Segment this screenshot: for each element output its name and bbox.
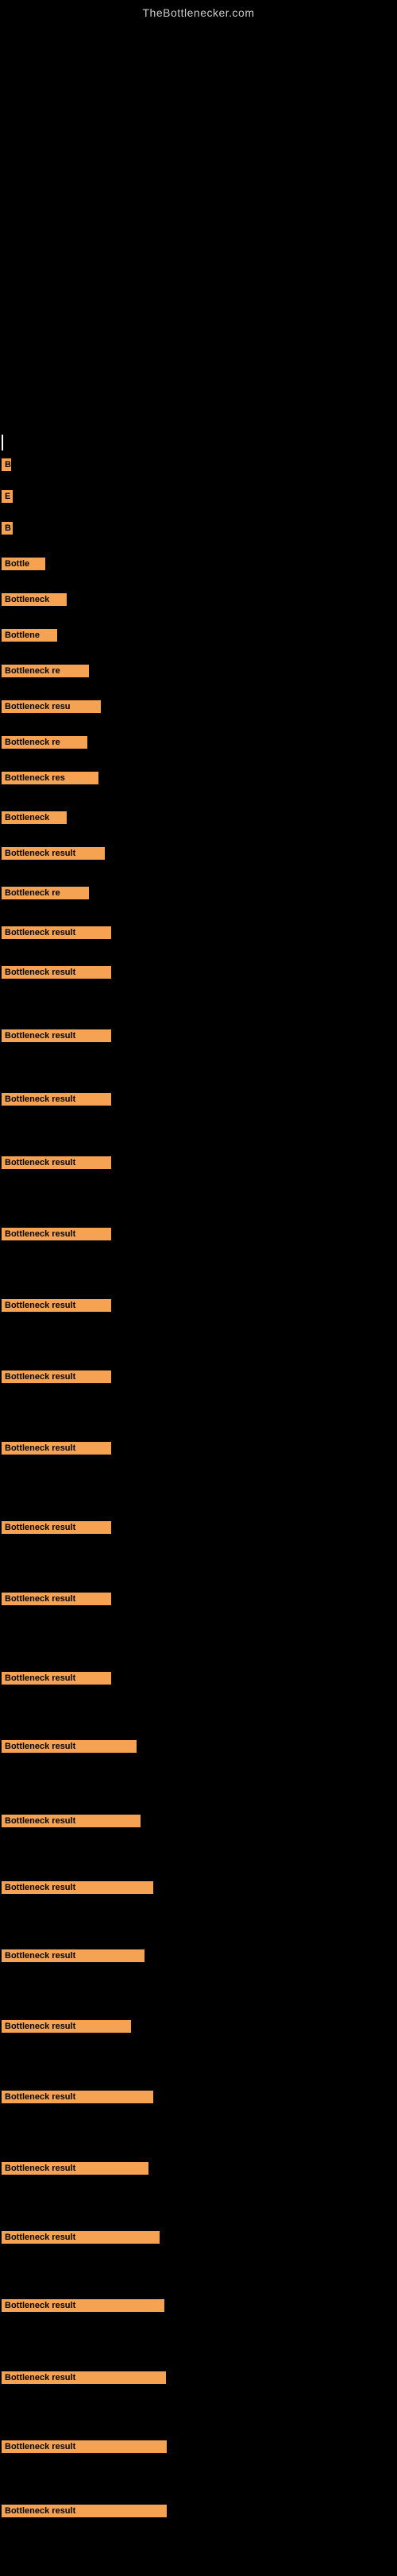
bottleneck-result-item[interactable]: Bottleneck result [2,966,111,979]
bottleneck-result-item[interactable]: Bottleneck [2,593,67,606]
results-area: B E B Bottle Bottleneck Bottlene Bottleneck re… [0,435,397,2576]
top-chart-area [0,22,397,435]
bottleneck-result-item[interactable]: Bottleneck re [2,665,89,677]
bottleneck-result-item[interactable]: Bottleneck result [2,1156,111,1169]
bottleneck-result-item[interactable]: Bottleneck re [2,736,87,749]
bottleneck-result-item[interactable]: E [2,490,13,503]
bottleneck-result-item[interactable]: Bottleneck result [2,1093,111,1106]
bottleneck-result-item[interactable]: B [2,522,13,535]
bottleneck-result-item[interactable]: Bottleneck result [2,2020,131,2033]
bottleneck-result-item[interactable]: Bottleneck result [2,2091,153,2103]
bottleneck-result-item[interactable]: Bottle [2,558,45,570]
bottleneck-result-item[interactable]: Bottleneck result [2,2299,164,2312]
bottleneck-result-item[interactable]: Bottleneck result [2,926,111,939]
bottleneck-result-item[interactable]: Bottleneck result [2,1672,111,1685]
bottleneck-result-item[interactable]: Bottleneck result [2,2162,148,2175]
bottleneck-result-item[interactable]: Bottleneck re [2,887,89,899]
bottleneck-result-item[interactable]: Bottleneck result [2,1299,111,1312]
bottleneck-result-item[interactable]: Bottleneck [2,811,67,824]
bottleneck-result-item[interactable]: Bottleneck result [2,1370,111,1383]
bottleneck-result-item[interactable]: Bottleneck result [2,1815,141,1827]
bottleneck-result-item[interactable]: Bottleneck result [2,1228,111,1240]
bottleneck-result-item[interactable]: Bottleneck result [2,1740,137,1753]
bottleneck-result-item[interactable]: Bottleneck result [2,1521,111,1534]
bottleneck-result-item[interactable]: Bottleneck result [2,1881,153,1894]
bottleneck-result-item[interactable]: Bottleneck result [2,1029,111,1042]
bottleneck-result-item[interactable]: Bottleneck result [2,1949,145,1962]
bottleneck-result-item[interactable]: Bottleneck result [2,1593,111,1605]
bottleneck-result-item[interactable]: Bottleneck result [2,2440,167,2453]
bottleneck-result-item[interactable]: Bottleneck result [2,2231,160,2244]
bottleneck-result-item[interactable]: Bottleneck res [2,772,98,784]
cursor-line [2,435,3,450]
bottleneck-result-item[interactable]: Bottlene [2,629,57,642]
bottleneck-result-item[interactable]: Bottleneck resu [2,700,101,713]
bottleneck-result-item[interactable]: Bottleneck result [2,1442,111,1455]
bottleneck-result-item[interactable]: B [2,458,11,471]
bottleneck-result-item[interactable]: Bottleneck result [2,2371,166,2384]
bottleneck-result-item[interactable]: Bottleneck result [2,847,105,860]
site-title: TheBottlenecker.com [0,0,397,22]
bottleneck-result-item[interactable]: Bottleneck result [2,2505,167,2517]
